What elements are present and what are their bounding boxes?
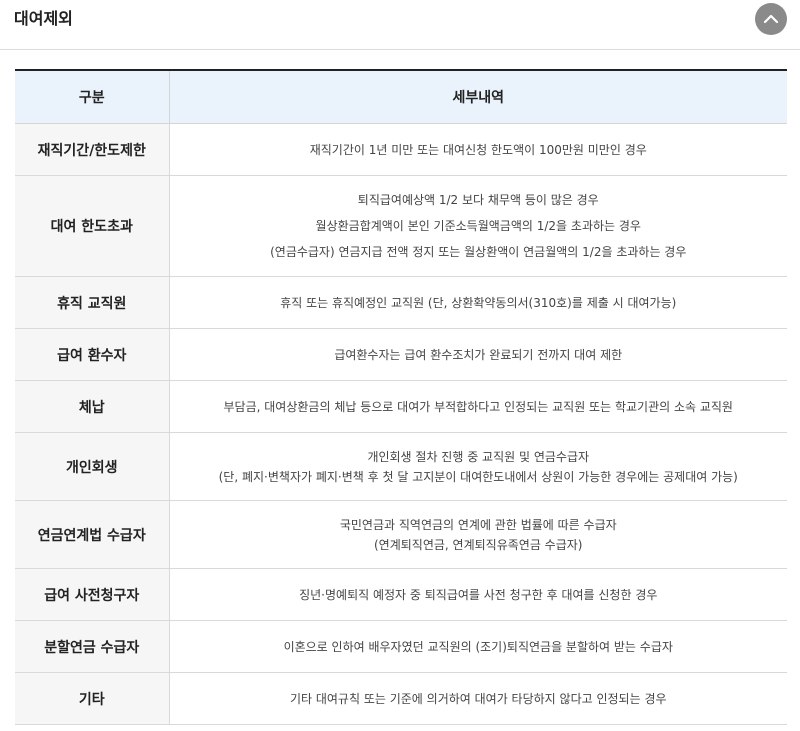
table-row: 기타 기타 대여규칙 또는 기준에 의거하여 대여가 타당하지 않다고 인정되는… (15, 672, 787, 725)
row-details: 퇴직급여예상액 1/2 보다 채무액 등이 많은 경우 월상환금합계액이 본인 … (169, 175, 787, 277)
detail-line: 기타 대여규칙 또는 기준에 의거하여 대여가 타당하지 않다고 인정되는 경우 (289, 691, 667, 706)
row-category: 급여 사전청구자 (15, 568, 170, 621)
row-category: 연금연계법 수급자 (15, 500, 170, 569)
detail-line: 재직기간이 1년 미만 또는 대여신청 한도액이 100만원 미만인 경우 (309, 142, 647, 157)
row-details: 재직기간이 1년 미만 또는 대여신청 한도액이 100만원 미만인 경우 (169, 123, 787, 176)
row-category: 체납 (15, 380, 170, 433)
detail-line: 급여환수자는 급여 환수조치가 완료되기 전까지 대여 제한 (334, 347, 623, 362)
header-details: 세부내역 (169, 70, 787, 124)
row-details: 휴직 또는 휴직예정인 교직원 (단, 상환확약동의서(310호)를 제출 시 … (169, 276, 787, 329)
row-category: 개인회생 (15, 432, 170, 501)
collapse-button[interactable] (755, 3, 787, 35)
detail-line: 월상환금합계액이 본인 기준소득월액금액의 1/2을 초과하는 경우 (315, 219, 641, 233)
table-row: 재직기간/한도제한 재직기간이 1년 미만 또는 대여신청 한도액이 100만원… (15, 123, 787, 176)
row-details: 급여환수자는 급여 환수조치가 완료되기 전까지 대여 제한 (169, 328, 787, 381)
detail-line: 국민연금과 직역연금의 연계에 관한 법률에 따른 수급자 (339, 517, 617, 532)
header-category: 구분 (15, 70, 170, 124)
table-row: 분할연금 수급자 이혼으로 인하여 배우자였던 교직원의 (조기)퇴직연금을 분… (15, 620, 787, 673)
detail-line: 징년·명예퇴직 예정자 중 퇴직급여를 사전 청구한 후 대여를 신청한 경우 (299, 587, 658, 602)
row-details: 개인회생 절차 진행 중 교직원 및 연금수급자 (단, 폐지·변책자가 폐지·… (169, 432, 787, 501)
exclusion-table: 구분 세부내역 재직기간/한도제한 재직기간이 1년 미만 또는 대여신청 한도… (15, 69, 787, 725)
row-category: 급여 환수자 (15, 328, 170, 381)
detail-line: 개인회생 절차 진행 중 교직원 및 연금수급자 (367, 449, 590, 464)
table-row: 체납 부담금, 대여상환금의 체납 등으로 대여가 부적합하다고 인정되는 교직… (15, 380, 787, 433)
detail-line: 부담금, 대여상환금의 체납 등으로 대여가 부적합하다고 인정되는 교직원 또… (223, 399, 733, 414)
row-category: 대여 한도초과 (15, 175, 170, 277)
row-details: 기타 대여규칙 또는 기준에 의거하여 대여가 타당하지 않다고 인정되는 경우 (169, 672, 787, 725)
detail-line: (연계퇴직연금, 연계퇴직유족연금 수급자) (374, 537, 583, 552)
row-details: 징년·명예퇴직 예정자 중 퇴직급여를 사전 청구한 후 대여를 신청한 경우 (169, 568, 787, 621)
table-row: 연금연계법 수급자 국민연금과 직역연금의 연계에 관한 법률에 따른 수급자 … (15, 500, 787, 569)
row-category: 분할연금 수급자 (15, 620, 170, 673)
row-details: 이혼으로 인하여 배우자였던 교직원의 (조기)퇴직연금을 분할하여 받는 수급… (169, 620, 787, 673)
exclusion-table-wrapper: 구분 세부내역 재직기간/한도제한 재직기간이 1년 미만 또는 대여신청 한도… (15, 69, 787, 725)
table-header-row: 구분 세부내역 (15, 70, 787, 124)
row-category: 기타 (15, 672, 170, 725)
table-row: 급여 사전청구자 징년·명예퇴직 예정자 중 퇴직급여를 사전 청구한 후 대여… (15, 568, 787, 621)
table-row: 개인회생 개인회생 절차 진행 중 교직원 및 연금수급자 (단, 폐지·변책자… (15, 432, 787, 501)
section-header: 대여제외 (0, 0, 800, 50)
table-row: 급여 환수자 급여환수자는 급여 환수조치가 완료되기 전까지 대여 제한 (15, 328, 787, 381)
detail-line: (단, 폐지·변책자가 폐지·변책 후 첫 달 고지분이 대여한도내에서 상원이… (218, 469, 738, 484)
detail-line: 퇴직급여예상액 1/2 보다 채무액 등이 많은 경우 (357, 193, 599, 207)
row-category: 재직기간/한도제한 (15, 123, 170, 176)
row-details: 부담금, 대여상환금의 체납 등으로 대여가 부적합하다고 인정되는 교직원 또… (169, 380, 787, 433)
table-row: 휴직 교직원 휴직 또는 휴직예정인 교직원 (단, 상환확약동의서(310호)… (15, 276, 787, 329)
detail-line: 휴직 또는 휴직예정인 교직원 (단, 상환확약동의서(310호)를 제출 시 … (280, 295, 677, 310)
chevron-up-icon (763, 14, 779, 24)
row-category: 휴직 교직원 (15, 276, 170, 329)
row-details: 국민연금과 직역연금의 연계에 관한 법률에 따른 수급자 (연계퇴직연금, 연… (169, 500, 787, 569)
detail-line: 이혼으로 인하여 배우자였던 교직원의 (조기)퇴직연금을 분할하여 받는 수급… (283, 639, 673, 654)
section-title: 대여제외 (14, 9, 73, 28)
detail-line: (연금수급자) 연금지급 전액 정지 또는 월상환액이 연금월액의 1/2을 초… (270, 245, 687, 259)
table-row: 대여 한도초과 퇴직급여예상액 1/2 보다 채무액 등이 많은 경우 월상환금… (15, 175, 787, 277)
